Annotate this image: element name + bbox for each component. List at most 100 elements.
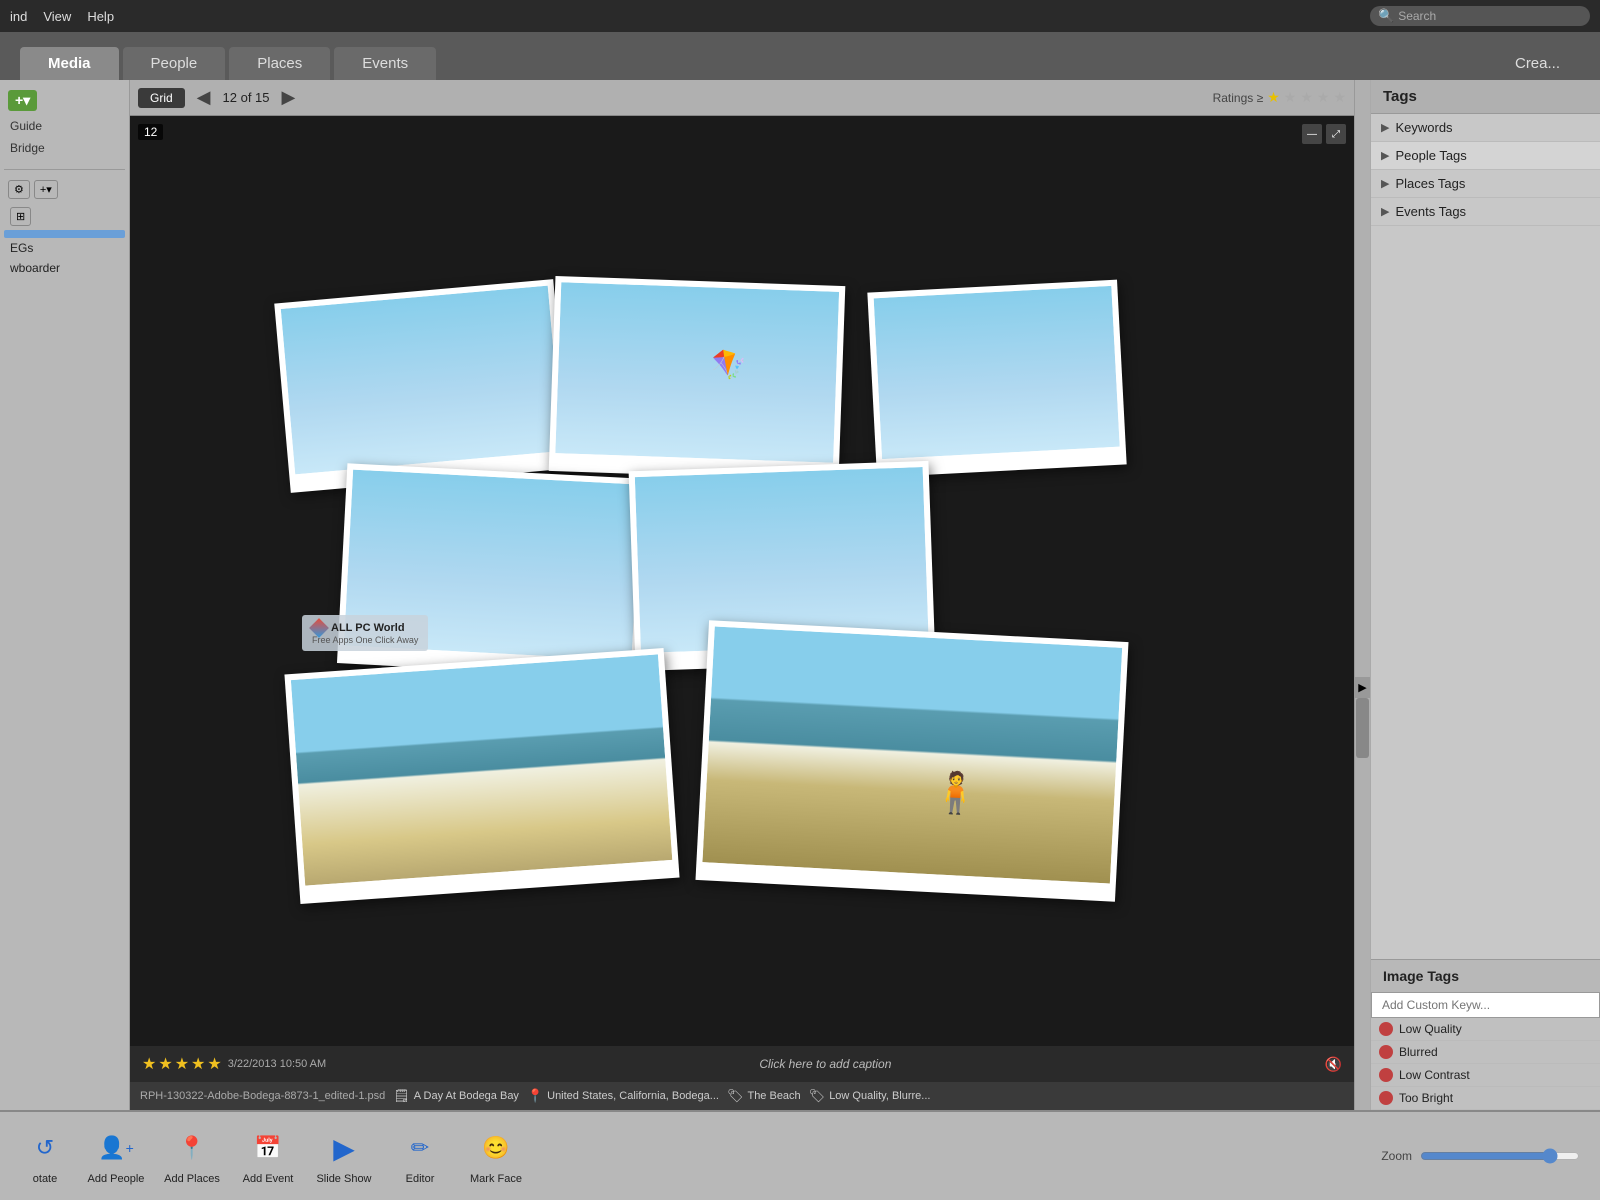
add-people-button[interactable]: 👤+ Add People [86, 1127, 146, 1185]
person-figure: 🧍 [930, 768, 982, 818]
watermark-logo: ALL PC World [312, 621, 418, 635]
star-1[interactable]: ★ [1267, 89, 1280, 106]
location-icon: 📍 [527, 1088, 543, 1104]
star-4[interactable]: ★ [1317, 89, 1330, 106]
photo-card-7: 🧍 [695, 620, 1128, 902]
tag-dot-icon [1379, 1022, 1393, 1036]
slide-show-label: Slide Show [316, 1173, 371, 1185]
meta-chip-location[interactable]: 📍 United States, California, Bodega... [527, 1088, 719, 1104]
mark-face-label: Mark Face [470, 1173, 522, 1185]
mark-face-icon: 😊 [475, 1127, 517, 1169]
tag-chip-too-bright: Too Bright [1371, 1087, 1600, 1110]
photo-card-2: 🪁 [549, 276, 846, 481]
editor-button[interactable]: ✏ Editor [390, 1127, 450, 1185]
bottom-toolbar: ↺ otate 👤+ Add People 📍 Add Places 📅 Add… [0, 1110, 1600, 1200]
right-panel: Tags ▶ Keywords ▶ People Tags ▶ Places T… [1370, 80, 1600, 1110]
keywords-label: Keywords [1395, 120, 1452, 135]
add-keyword-input[interactable] [1371, 992, 1600, 1018]
events-tags-arrow-icon: ▶ [1381, 205, 1389, 218]
panel-tag-egs[interactable]: EGs [4, 238, 125, 258]
right-panel-header: Tags [1371, 80, 1600, 114]
tag-section-keywords[interactable]: ▶ Keywords [1371, 114, 1600, 142]
events-tags-label: Events Tags [1395, 204, 1466, 219]
add-button[interactable]: +▾ [8, 90, 37, 111]
tab-events[interactable]: Events [334, 47, 436, 80]
meta-chip-tag1[interactable]: 🏷 The Beach [727, 1088, 801, 1104]
image-tags-section: Image Tags Low Quality Blurred Low Contr… [1371, 959, 1600, 1110]
tag1-label: The Beach [747, 1090, 800, 1102]
event-label: A Day At Bodega Bay [414, 1090, 519, 1102]
tag-section-people[interactable]: ▶ People Tags [1371, 142, 1600, 170]
tab-people[interactable]: People [123, 47, 226, 80]
zoom-slider[interactable] [1420, 1148, 1580, 1164]
watermark-subtitle: Free Apps One Click Away [312, 635, 418, 645]
tag2-label: Low Quality, Blurre... [829, 1090, 930, 1102]
tag-section-places[interactable]: ▶ Places Tags [1371, 170, 1600, 198]
tab-create[interactable]: Crea... [1495, 47, 1580, 80]
add-places-button[interactable]: 📍 Add Places [162, 1127, 222, 1185]
grid-button[interactable]: Grid [138, 88, 185, 108]
search-box[interactable]: 🔍 [1370, 6, 1590, 26]
menu-view[interactable]: View [43, 9, 71, 24]
scroll-thumb[interactable] [1356, 698, 1369, 758]
keyword-arrow-icon: ▶ [1381, 121, 1389, 134]
rating-stars-row: ★ ★ ★ ★ ★ [142, 1054, 222, 1074]
meta-chip-tag2[interactable]: 🏷 Low Quality, Blurre... [809, 1088, 931, 1104]
view-toolbar: Grid ◀ 12 of 15 ▶ Ratings ≥ ★ ★ ★ ★ ★ [130, 80, 1354, 116]
location-label: United States, California, Bodega... [547, 1090, 719, 1102]
scroll-bar[interactable]: ▶ [1354, 80, 1370, 1110]
photo-card-1 [274, 279, 569, 493]
panel-expand-button[interactable]: ▶ [1355, 677, 1370, 698]
nav-next-button[interactable]: ▶ [276, 87, 302, 108]
fullscreen-button[interactable]: ⤢ [1326, 124, 1346, 144]
star-5[interactable]: ★ [1333, 89, 1346, 106]
tag1-icon: 🏷 [727, 1088, 744, 1104]
rating-star-5[interactable]: ★ [207, 1054, 221, 1074]
image-datetime: 3/22/2013 10:50 AM [228, 1058, 326, 1070]
slide-show-button[interactable]: ▶ Slide Show [314, 1127, 374, 1185]
rating-star-1[interactable]: ★ [142, 1054, 156, 1074]
meta-chip-event[interactable]: 🗒 A Day At Bodega Bay [393, 1088, 519, 1104]
tab-media[interactable]: Media [20, 47, 119, 80]
grid-icon-button[interactable]: ⊞ [10, 207, 31, 226]
panel-add2-button[interactable]: +▾ [34, 180, 58, 199]
panel-item-bridge[interactable]: Bridge [4, 137, 125, 159]
panel-section: ⚙ +▾ ⊞ EGs wboarder [4, 169, 125, 278]
tag-dot-blurred-icon [1379, 1045, 1393, 1059]
search-input[interactable] [1398, 9, 1578, 23]
add-people-label: Add People [88, 1173, 145, 1185]
kite-icon: 🪁 [711, 347, 747, 381]
menu-find[interactable]: ind [10, 9, 27, 24]
rotate-button[interactable]: ↺ otate [20, 1127, 70, 1185]
panel-item-guide[interactable]: Guide [4, 115, 125, 137]
add-places-icon: 📍 [171, 1127, 213, 1169]
rating-star-3[interactable]: ★ [175, 1054, 189, 1074]
tag-label-low-quality: Low Quality [1399, 1022, 1462, 1036]
tag-section-events[interactable]: ▶ Events Tags [1371, 198, 1600, 226]
rating-star-4[interactable]: ★ [191, 1054, 205, 1074]
nav-prev-button[interactable]: ◀ [191, 87, 217, 108]
panel-tag-wboarder[interactable]: wboarder [4, 258, 125, 278]
star-3[interactable]: ★ [1300, 89, 1313, 106]
tag-label-too-bright: Too Bright [1399, 1091, 1453, 1105]
zoom-out-button[interactable]: — [1302, 124, 1322, 144]
tag-chip-low-contrast: Low Contrast [1371, 1064, 1600, 1087]
tag-label-low-contrast: Low Contrast [1399, 1068, 1470, 1082]
tag-chip-low-quality: Low Quality [1371, 1018, 1600, 1041]
add-event-button[interactable]: 📅 Add Event [238, 1127, 298, 1185]
rating-star-2[interactable]: ★ [158, 1054, 172, 1074]
gear-button[interactable]: ⚙ [8, 180, 30, 199]
sound-icon[interactable]: 🔇 [1325, 1056, 1342, 1073]
mark-face-button[interactable]: 😊 Mark Face [466, 1127, 526, 1185]
tab-places[interactable]: Places [229, 47, 330, 80]
photo-card-3 [867, 280, 1126, 478]
add-people-icon: 👤+ [95, 1127, 137, 1169]
image-caption[interactable]: Click here to add caption [332, 1057, 1318, 1071]
add-places-label: Add Places [164, 1173, 220, 1185]
main-layout: +▾ Guide Bridge ⚙ +▾ ⊞ EGs wboarder Grid… [0, 80, 1600, 1110]
panel-item-active[interactable] [4, 230, 125, 238]
menu-help[interactable]: Help [87, 9, 114, 24]
image-info-bar: ★ ★ ★ ★ ★ 3/22/2013 10:50 AM Click here … [130, 1046, 1354, 1082]
people-tags-arrow-icon: ▶ [1381, 149, 1389, 162]
star-2[interactable]: ★ [1284, 89, 1297, 106]
